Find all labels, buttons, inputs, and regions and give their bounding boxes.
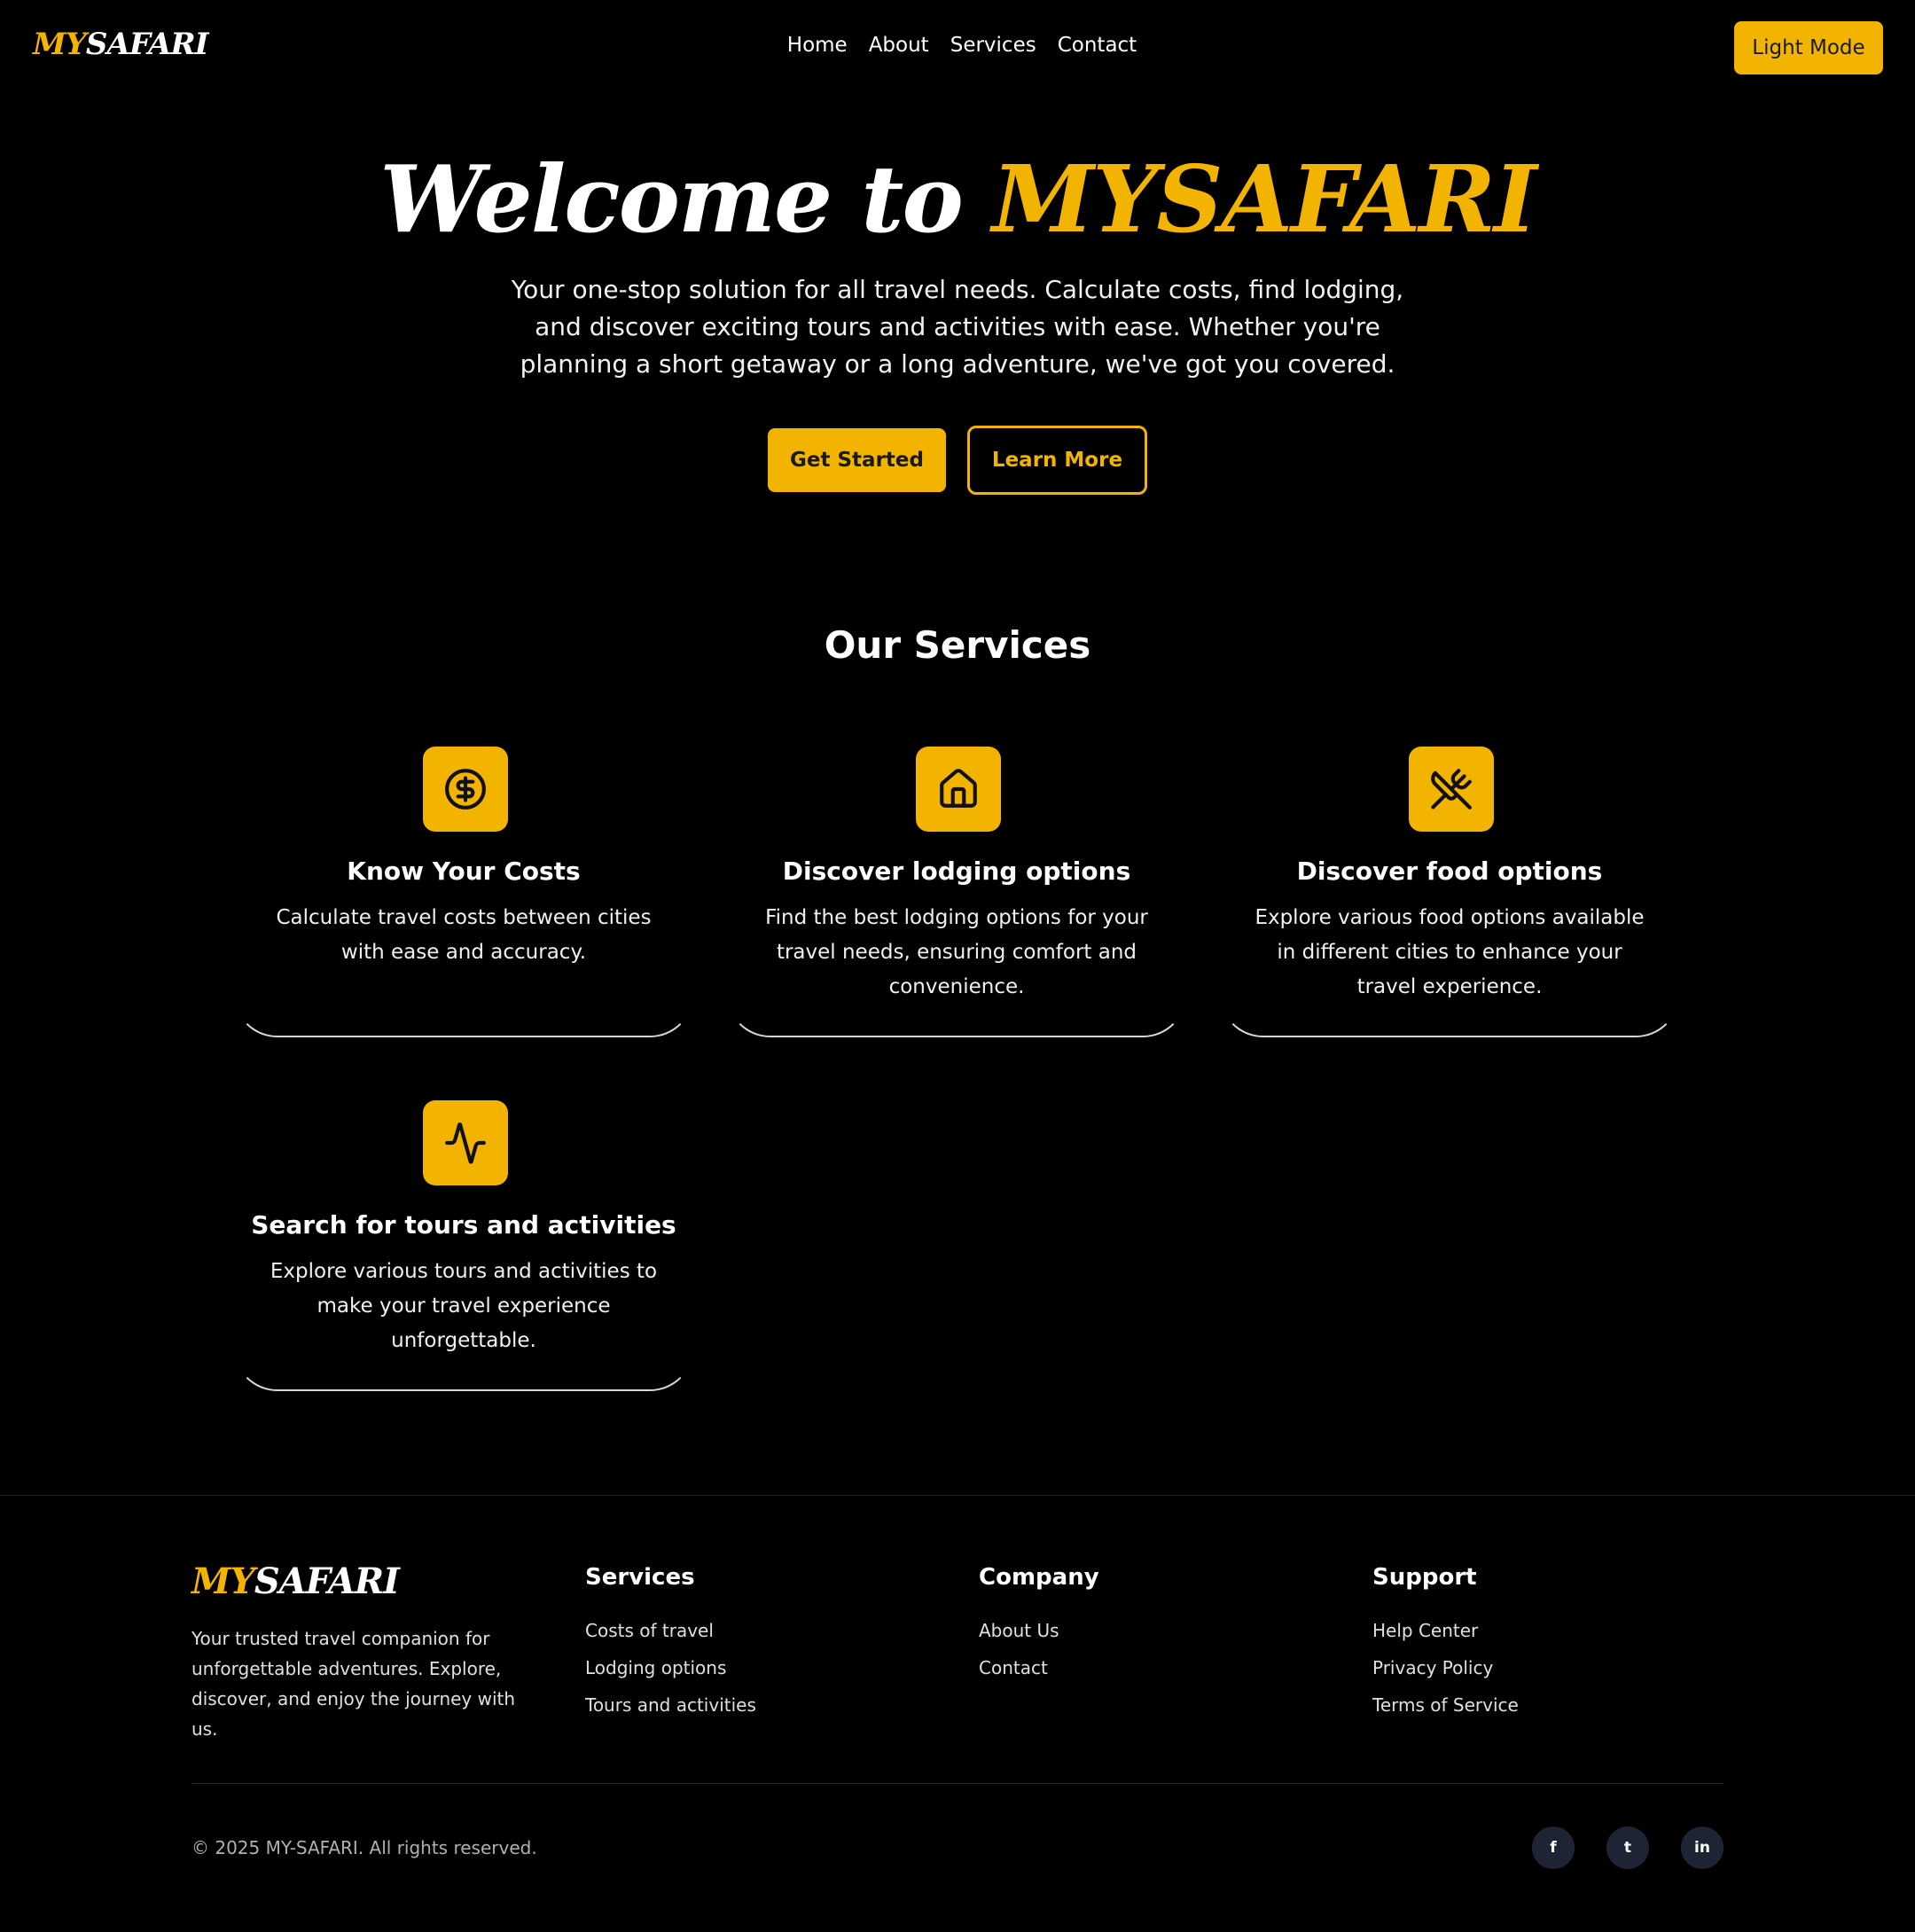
footer-link-lodging[interactable]: Lodging options — [585, 1649, 756, 1686]
linkedin-icon[interactable]: in — [1681, 1826, 1724, 1869]
light-mode-button[interactable]: Light Mode — [1734, 21, 1883, 74]
hero-subtitle: Your one-stop solution for all travel ne… — [511, 275, 1404, 379]
footer-column-services: Services Costs of travel Lodging options… — [585, 1564, 756, 1724]
get-started-button[interactable]: Get Started — [768, 428, 946, 492]
footer-link-tours[interactable]: Tours and activities — [585, 1686, 756, 1724]
service-card-costs[interactable]: Know Your Costs Calculate travel costs b… — [233, 745, 694, 1037]
service-card-title: Search for tours and activities — [251, 1210, 676, 1240]
service-card-tours[interactable]: Search for tours and activities Explore … — [233, 1099, 694, 1391]
service-card-title: Discover food options — [1296, 856, 1603, 886]
service-card-title: Know Your Costs — [347, 856, 581, 886]
copyright-text: © 2025 MY-SAFARI. All rights reserved. — [192, 1837, 537, 1858]
footer-column-company: Company About Us Contact — [979, 1564, 1099, 1686]
footer-column-title: Company — [979, 1564, 1099, 1591]
footer-column-support: Support Help Center Privacy Policy Terms… — [1372, 1564, 1519, 1724]
service-card-lodging[interactable]: Discover lodging options Find the best l… — [726, 745, 1187, 1037]
footer-description: Your trusted travel companion for unforg… — [192, 1628, 516, 1740]
footer-top-divider — [0, 1495, 1915, 1496]
service-card-description: Find the best lodging options for your t… — [765, 906, 1148, 998]
activity-pulse-icon — [423, 1100, 508, 1185]
utensils-crossed-icon — [1409, 747, 1494, 832]
site-header: MYSAFARI Home About Services Contact Lig… — [0, 0, 1915, 98]
footer-logo[interactable]: MYSAFARI — [192, 1560, 400, 1602]
footer-logo-prefix: MY — [192, 1560, 255, 1602]
footer-column-title: Support — [1372, 1564, 1477, 1591]
nav-services[interactable]: Services — [950, 34, 1036, 57]
footer-link-help-center[interactable]: Help Center — [1372, 1612, 1519, 1649]
main-nav: Home About Services Contact — [0, 34, 1915, 57]
service-card-food[interactable]: Discover food options Explore various fo… — [1219, 745, 1680, 1037]
facebook-icon[interactable]: f — [1532, 1826, 1575, 1869]
learn-more-button[interactable]: Learn More — [967, 426, 1147, 495]
service-card-title: Discover lodging options — [782, 856, 1131, 886]
page: MYSAFARI Home About Services Contact Lig… — [0, 0, 1915, 1932]
hero-title-accent: MYSAFARI — [992, 145, 1537, 254]
nav-about[interactable]: About — [869, 34, 929, 57]
dollar-circle-icon — [423, 747, 508, 832]
footer-link-terms-of-service[interactable]: Terms of Service — [1372, 1686, 1519, 1724]
service-card-description: Explore various tours and activities to … — [270, 1260, 658, 1352]
footer-link-contact[interactable]: Contact — [979, 1649, 1099, 1686]
footer-logo-suffix: SAFARI — [254, 1560, 400, 1602]
hero-title: Welcome to MYSAFARI — [0, 146, 1915, 253]
house-icon — [916, 747, 1001, 832]
footer-divider — [192, 1783, 1724, 1784]
footer-link-privacy-policy[interactable]: Privacy Policy — [1372, 1649, 1519, 1686]
service-card-description: Calculate travel costs between cities wi… — [276, 906, 652, 964]
footer-link-costs[interactable]: Costs of travel — [585, 1612, 756, 1649]
service-card-description: Explore various food options available i… — [1255, 906, 1645, 998]
nav-contact[interactable]: Contact — [1058, 34, 1137, 57]
footer-column-title: Services — [585, 1564, 695, 1591]
nav-home[interactable]: Home — [787, 34, 848, 57]
footer-link-about-us[interactable]: About Us — [979, 1612, 1099, 1649]
hero-title-prefix: Welcome to — [379, 145, 993, 254]
services-title: Our Services — [824, 623, 1091, 667]
twitter-icon[interactable]: t — [1606, 1826, 1649, 1869]
